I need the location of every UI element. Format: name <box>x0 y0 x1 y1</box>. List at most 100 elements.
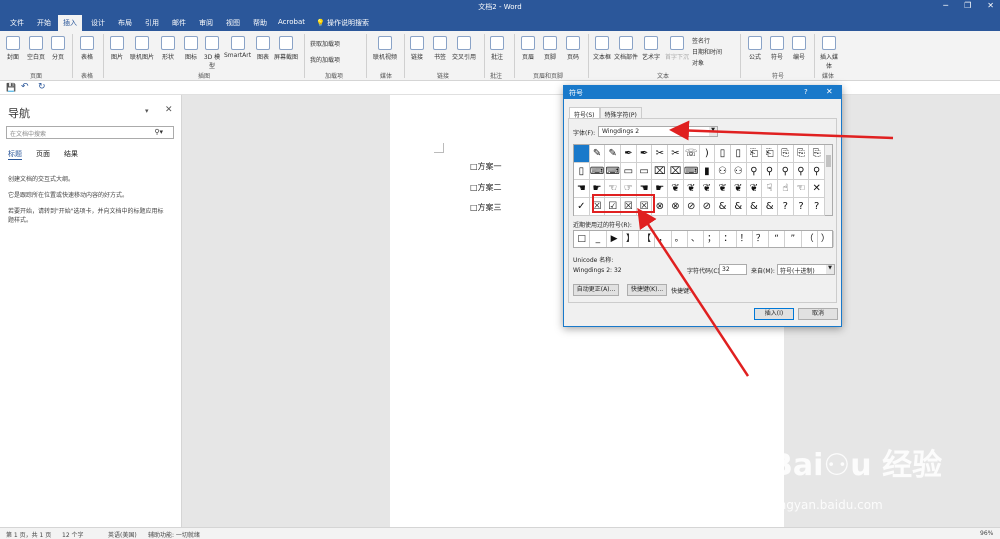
symbol-cell[interactable]: ⚇ <box>715 162 731 181</box>
symbol-cell[interactable]: ❦ <box>746 180 763 199</box>
smartart-button[interactable]: SmartArt <box>224 36 251 59</box>
symbol-cell[interactable]: ❦ <box>699 180 716 199</box>
nav-tab-pages[interactable]: 页面 <box>36 149 50 160</box>
page-break-button[interactable]: 分页 <box>51 36 65 61</box>
tab-review[interactable]: 审阅 <box>195 17 217 29</box>
3d-models-button[interactable]: 3D 模型 <box>203 36 221 70</box>
header-button[interactable]: 页眉 <box>521 36 535 61</box>
symbol-cell[interactable]: ❦ <box>730 180 747 199</box>
language-status[interactable]: 英语(美国) <box>108 530 137 539</box>
tab-help[interactable]: 帮助 <box>249 17 271 29</box>
insert-button[interactable]: 插入(I) <box>754 308 794 320</box>
recent-symbol-cell[interactable]: □ <box>574 231 591 247</box>
symbol-cell[interactable]: ✒ <box>621 145 637 163</box>
recent-symbol-cell[interactable]: _ <box>590 231 607 247</box>
symbol-cell[interactable]: ⚇ <box>730 162 747 181</box>
recent-symbol-cell[interactable]: ！ <box>737 231 753 247</box>
recent-symbol-cell[interactable]: 。 <box>672 231 688 247</box>
date-time-button[interactable]: 日期和时间 <box>692 47 722 56</box>
symbol-cell[interactable]: ⌧ <box>668 162 684 181</box>
from-select[interactable]: 符号(十进制) ▼ <box>777 264 835 275</box>
symbol-cell[interactable]: ✎ <box>605 145 622 163</box>
numbering-button[interactable]: 编号 <box>792 36 806 61</box>
help-icon[interactable]: ? <box>804 88 808 96</box>
undo-icon[interactable]: ↶ <box>21 82 29 92</box>
nav-tab-results[interactable]: 结果 <box>64 149 78 160</box>
drop-cap-button[interactable]: 首字下沉 <box>665 36 689 61</box>
recent-symbol-cell[interactable]: （ <box>802 231 818 247</box>
tab-references[interactable]: 引用 <box>141 17 163 29</box>
save-icon[interactable]: 💾 <box>6 83 16 92</box>
recent-symbol-cell[interactable]: ▶ <box>607 231 623 247</box>
icons-button[interactable]: 图标 <box>184 36 198 61</box>
symbol-cell[interactable]: ✒ <box>636 145 653 163</box>
nav-search-input[interactable]: 在文档中搜索 ⚲▾ <box>6 126 174 139</box>
bookmark-button[interactable]: 书签 <box>433 36 447 61</box>
symbol-cell[interactable]: ▯ <box>715 145 731 163</box>
tab-design[interactable]: 设计 <box>87 17 109 29</box>
page-number-button[interactable]: 页码 <box>566 36 580 61</box>
redo-icon[interactable]: ↻ <box>38 82 46 92</box>
symbol-cell[interactable]: ☜ <box>793 180 810 199</box>
symbol-cell[interactable]: ⚲ <box>793 162 810 181</box>
recent-symbol-cell[interactable]: ： <box>720 231 737 247</box>
symbol-cell[interactable]: ▮ <box>699 162 716 181</box>
symbol-cell[interactable]: ✂ <box>668 145 684 163</box>
link-button[interactable]: 链接 <box>410 36 424 61</box>
recent-symbol-cell[interactable]: ） <box>818 231 834 247</box>
symbol-cell[interactable]: & <box>746 198 763 216</box>
chart-button[interactable]: 图表 <box>256 36 270 61</box>
symbol-cell[interactable]: ⎘ <box>777 145 794 163</box>
symbol-cell[interactable]: ▯ <box>730 145 747 163</box>
recent-symbol-cell[interactable]: ？ <box>753 231 769 247</box>
wordart-button[interactable]: 艺术字 <box>642 36 660 61</box>
chevron-down-icon[interactable]: ▼ <box>709 127 717 136</box>
quick-parts-button[interactable]: 文档部件 <box>614 36 638 61</box>
symbol-cell[interactable]: ✂ <box>652 145 669 163</box>
accessibility-status[interactable]: 辅助功能: 一切就绪 <box>148 530 200 539</box>
tab-view[interactable]: 视图 <box>222 17 244 29</box>
symbol-cell[interactable]: ⎘ <box>793 145 810 163</box>
minimize-button[interactable]: ─ <box>943 1 948 10</box>
symbol-cell[interactable]: ✎ <box>589 145 606 163</box>
page-count[interactable]: 第 1 页，共 1 页 <box>6 530 51 539</box>
symbol-cell[interactable]: ? <box>809 198 825 216</box>
my-addins-button[interactable]: 我的加载项 <box>310 55 340 64</box>
symbol-cell[interactable]: ☝ <box>777 180 794 199</box>
doc-paragraph[interactable]: □方案二 <box>470 182 502 193</box>
nav-close-icon[interactable]: ✕ <box>165 105 173 115</box>
recent-symbol-cell[interactable]: 】 <box>623 231 639 247</box>
zoom-level[interactable]: 96% <box>980 530 993 537</box>
symbol-cell[interactable]: ⎘ <box>809 145 825 163</box>
nav-options-icon[interactable]: ▾ <box>145 107 149 115</box>
tell-me-search[interactable]: 💡 操作说明搜索 <box>316 18 369 28</box>
symbol-cell[interactable]: ? <box>793 198 810 216</box>
symbol-cell[interactable]: ☟ <box>762 180 778 199</box>
recent-symbol-cell[interactable]: ； <box>704 231 721 247</box>
symbol-cell[interactable]: ⚲ <box>762 162 778 181</box>
symbol-cell[interactable]: ✕ <box>809 180 825 199</box>
chevron-down-icon[interactable]: ▼ <box>826 265 834 274</box>
get-addins-button[interactable]: 获取加载项 <box>310 39 340 48</box>
symbol-cell[interactable]: ❦ <box>668 180 684 199</box>
shapes-button[interactable]: 形状 <box>161 36 175 61</box>
tab-acrobat[interactable]: Acrobat <box>274 17 309 27</box>
symbol-cell[interactable]: ⊗ <box>668 198 684 216</box>
word-count[interactable]: 12 个字 <box>62 530 84 539</box>
symbol-cell[interactable]: & <box>730 198 747 216</box>
symbol-cell[interactable]: ⎗ <box>762 145 778 163</box>
symbol-button[interactable]: 符号 <box>770 36 784 61</box>
symbol-cell[interactable]: ▭ <box>636 162 653 181</box>
online-video-button[interactable]: 联机视频 <box>373 36 397 61</box>
tab-insert[interactable]: 插入 <box>58 15 82 31</box>
shortcut-key-button[interactable]: 快捷键(K)... <box>627 284 667 296</box>
tab-layout[interactable]: 布局 <box>114 17 136 29</box>
textbox-button[interactable]: 文本框 <box>593 36 611 61</box>
tab-mailings[interactable]: 邮件 <box>168 17 190 29</box>
close-button[interactable]: ✕ <box>987 1 994 10</box>
symbol-cell[interactable]: ⚲ <box>777 162 794 181</box>
recent-symbols-grid[interactable]: □ _ ▶】【，。、；：！？ “” （） <box>573 230 834 248</box>
symbol-cell[interactable]: ⌨ <box>589 162 606 181</box>
symbol-cell[interactable]: ⌨ <box>605 162 622 181</box>
symbol-cell[interactable]: ? <box>777 198 794 216</box>
